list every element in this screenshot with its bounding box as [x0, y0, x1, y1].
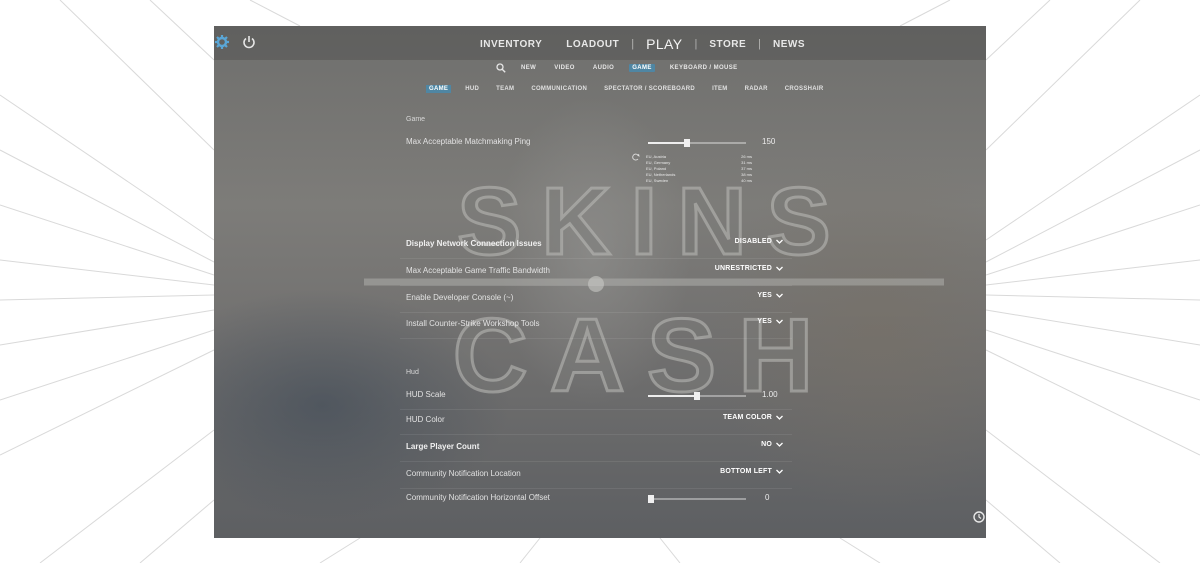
tab-crosshair[interactable]: CROSSHAIR [782, 85, 827, 93]
setting-label: Community Notification Horizontal Offset [406, 493, 550, 502]
setting-row-hud-color: HUD Color TEAM COLOR [400, 408, 792, 435]
notification-location-dropdown[interactable]: BOTTOM LEFT [720, 467, 784, 476]
chevron-down-icon [776, 293, 783, 298]
network-issues-dropdown[interactable]: DISABLED [735, 237, 784, 246]
tab-loadout[interactable]: LOADOUT [554, 35, 631, 54]
tab-spectator-scoreboard[interactable]: SPECTATOR / SCOREBOARD [601, 85, 698, 93]
refresh-icon[interactable] [632, 153, 640, 161]
developer-console-dropdown[interactable]: YES [757, 291, 784, 300]
tab-game[interactable]: GAME [629, 64, 655, 72]
screenshot-page: INVENTORY LOADOUT | PLAY | STORE | NEWS … [0, 0, 1200, 563]
tab-game-general[interactable]: GAME [426, 85, 452, 93]
game-settings-window: INVENTORY LOADOUT | PLAY | STORE | NEWS … [214, 26, 986, 538]
chevron-down-icon [776, 469, 783, 474]
dropdown-value: BOTTOM LEFT [720, 468, 772, 475]
search-icon[interactable] [496, 63, 506, 73]
top-navigation-bar: INVENTORY LOADOUT | PLAY | STORE | NEWS [214, 26, 986, 60]
slider-thumb[interactable] [648, 495, 654, 503]
tab-keyboard-mouse[interactable]: KEYBOARD / MOUSE [667, 64, 741, 72]
matchmaking-ping-slider[interactable] [648, 139, 746, 147]
tab-store[interactable]: STORE [697, 35, 758, 54]
chevron-down-icon [776, 266, 783, 271]
chevron-down-icon [776, 415, 783, 420]
server-ping: 40 ms [741, 178, 752, 183]
settings-panel: Game Max Acceptable Matchmaking Ping 150… [400, 106, 792, 506]
tab-hud[interactable]: HUD [462, 85, 482, 93]
tab-team[interactable]: TEAM [493, 85, 517, 93]
slider-value: 1.00 [762, 390, 778, 399]
tab-play[interactable]: PLAY [634, 32, 694, 56]
setting-label: HUD Scale [406, 390, 446, 399]
setting-label: Display Network Connection Issues [406, 239, 542, 248]
dropdown-value: YES [757, 292, 772, 299]
chevron-down-icon [776, 319, 783, 324]
setting-row-matchmaking-ping: Max Acceptable Matchmaking Ping 150 [400, 130, 792, 156]
setting-label: Large Player Count [406, 442, 480, 451]
main-tabs: INVENTORY LOADOUT | PLAY | STORE | NEWS [468, 32, 817, 56]
slider-fill [648, 395, 697, 397]
server-name: EU, Sweden [646, 178, 669, 183]
section-header-game: Game [406, 116, 426, 123]
setting-row-large-player-count: Large Player Count NO [400, 435, 792, 462]
server-ping-list: EU, Austria 26 ms EU, Germany 31 ms EU, Po… [632, 153, 752, 184]
large-player-count-dropdown[interactable]: NO [761, 440, 784, 449]
setting-label: Community Notification Location [406, 469, 521, 478]
dropdown-value: UNRESTRICTED [714, 265, 772, 272]
tab-item[interactable]: ITEM [709, 85, 731, 93]
slider-value: 150 [762, 137, 776, 146]
slider-thumb[interactable] [694, 392, 700, 400]
setting-row-notification-offset: Community Notification Horizontal Offset… [400, 486, 792, 512]
setting-label: Max Acceptable Matchmaking Ping [406, 137, 531, 146]
workshop-tools-dropdown[interactable]: YES [757, 317, 784, 326]
section-header-hud: Hud [406, 369, 419, 376]
dropdown-value: YES [757, 318, 772, 325]
chevron-down-icon [776, 239, 783, 244]
setting-row-network-issues: Display Network Connection Issues DISABL… [400, 232, 792, 259]
tab-audio[interactable]: AUDIO [590, 64, 617, 72]
setting-row-hud-scale: HUD Scale 1.00 [400, 383, 792, 410]
setting-row-workshop-tools: Install Counter-Strike Workshop Tools YE… [400, 312, 792, 339]
setting-label: HUD Color [406, 415, 445, 424]
gear-icon[interactable] [214, 34, 230, 50]
setting-row-notification-location: Community Notification Location BOTTOM L… [400, 462, 792, 489]
dropdown-value: DISABLED [734, 238, 772, 245]
history-icon[interactable] [972, 510, 986, 524]
notification-offset-slider[interactable] [648, 495, 746, 503]
setting-label: Max Acceptable Game Traffic Bandwidth [406, 266, 550, 275]
setting-label: Install Counter-Strike Workshop Tools [406, 319, 540, 328]
chevron-down-icon [776, 442, 783, 447]
traffic-bandwidth-dropdown[interactable]: UNRESTRICTED [715, 264, 784, 273]
slider-value: 0 [765, 493, 770, 502]
hud-color-dropdown[interactable]: TEAM COLOR [723, 413, 784, 422]
tab-news[interactable]: NEWS [761, 35, 817, 54]
power-icon[interactable] [241, 34, 257, 50]
server-row: EU, Sweden 40 ms [632, 178, 752, 184]
setting-label: Enable Developer Console (~) [406, 293, 514, 302]
tab-video[interactable]: VIDEO [551, 64, 578, 72]
dropdown-value: NO [761, 441, 772, 448]
game-settings-tabs: GAME HUD TEAM COMMUNICATION SPECTATOR / … [426, 83, 826, 95]
slider-thumb[interactable] [684, 139, 690, 147]
setting-row-traffic-bandwidth: Max Acceptable Game Traffic Bandwidth UN… [400, 259, 792, 286]
setting-row-developer-console: Enable Developer Console (~) YES [400, 286, 792, 313]
hud-scale-slider[interactable] [648, 392, 746, 400]
tab-inventory[interactable]: INVENTORY [468, 35, 554, 54]
dropdown-value: TEAM COLOR [722, 414, 772, 421]
tab-communication[interactable]: COMMUNICATION [528, 85, 590, 93]
tab-new[interactable]: NEW [518, 64, 539, 72]
tab-radar[interactable]: RADAR [742, 85, 771, 93]
slider-fill [648, 142, 687, 144]
settings-category-tabs: NEW VIDEO AUDIO GAME KEYBOARD / MOUSE [496, 61, 741, 75]
